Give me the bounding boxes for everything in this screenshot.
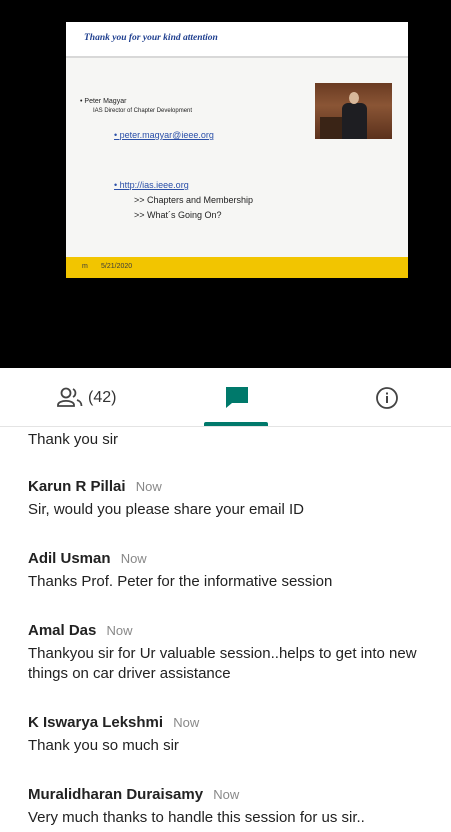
message-header: K Iswarya Lekshmi Now bbox=[28, 714, 433, 732]
meeting-tab-bar: (42) bbox=[0, 368, 451, 427]
chat-message: Adil Usman Now Thanks Prof. Peter for th… bbox=[28, 550, 433, 592]
people-icon bbox=[56, 386, 84, 413]
message-text: Very much thanks to handle this session … bbox=[28, 809, 365, 826]
message-time: Now bbox=[120, 551, 147, 566]
email-link: • peter.magyar@ieee.org bbox=[114, 130, 214, 140]
message-time: Now bbox=[173, 715, 200, 730]
message-header: Adil Usman Now bbox=[28, 550, 433, 568]
presentation-slide: Thank you for your kind attention • Pete… bbox=[66, 22, 408, 278]
message-time: Now bbox=[106, 623, 133, 638]
person-body-shape bbox=[342, 103, 367, 139]
website-link: • http://ias.ieee.org bbox=[114, 180, 189, 190]
message-text: Thankyou sir for Ur valuable session..he… bbox=[28, 645, 417, 682]
message-header: Karun R Pillai Now bbox=[28, 478, 433, 496]
slide-title: Thank you for your kind attention bbox=[84, 33, 218, 43]
message-header: Amal Das Now bbox=[28, 622, 433, 640]
chat-message: Karun R Pillai Now Sir, would you please… bbox=[28, 478, 433, 520]
message-text: Sir, would you please share your email I… bbox=[28, 501, 304, 518]
tab-people[interactable]: (42) bbox=[0, 368, 150, 426]
website-item-chapters: >> Chapters and Membership bbox=[134, 195, 254, 205]
slide-footer-mark: m bbox=[82, 263, 88, 270]
message-text: Thank you so much sir bbox=[28, 737, 179, 754]
sender-name: Muralidharan Duraisamy bbox=[28, 786, 204, 803]
presenter-role: IAS Director of Chapter Development bbox=[93, 108, 193, 114]
chat-message: Thank you sir bbox=[28, 426, 433, 450]
sender-name: Karun R Pillai bbox=[28, 478, 126, 495]
info-icon bbox=[375, 386, 399, 415]
chat-message: Muralidharan Duraisamy Now Very much tha… bbox=[28, 786, 433, 828]
message-text: Thank you sir bbox=[28, 431, 119, 448]
sender-name: Adil Usman bbox=[28, 550, 111, 567]
slide-footer: m 5/21/2020 bbox=[66, 257, 408, 278]
website-item-news: >> What´s Going On? bbox=[134, 210, 222, 220]
chat-message: Amal Das Now Thankyou sir for Ur valuabl… bbox=[28, 622, 433, 684]
presenter-photo bbox=[315, 83, 392, 139]
sender-name: K Iswarya Lekshmi bbox=[28, 714, 164, 731]
message-time: Now bbox=[135, 479, 162, 494]
chat-message: K Iswarya Lekshmi Now Thank you so much … bbox=[28, 714, 433, 756]
message-time: Now bbox=[213, 787, 240, 802]
sender-name: Amal Das bbox=[28, 622, 97, 639]
participant-count: (42) bbox=[88, 389, 117, 406]
slide-title-bar: Thank you for your kind attention bbox=[66, 22, 408, 58]
tab-chat[interactable] bbox=[150, 368, 300, 426]
chat-icon bbox=[225, 386, 249, 413]
message-header: Muralidharan Duraisamy Now bbox=[28, 786, 433, 804]
message-text: Thanks Prof. Peter for the informative s… bbox=[28, 573, 333, 590]
person-head-shape bbox=[349, 92, 359, 104]
presentation-video[interactable]: Thank you for your kind attention • Pete… bbox=[0, 0, 451, 368]
podium-shape bbox=[320, 117, 342, 139]
slide-date: 5/21/2020 bbox=[101, 263, 133, 270]
tab-info[interactable] bbox=[300, 368, 451, 426]
presenter-name: • Peter Magyar bbox=[80, 98, 127, 105]
